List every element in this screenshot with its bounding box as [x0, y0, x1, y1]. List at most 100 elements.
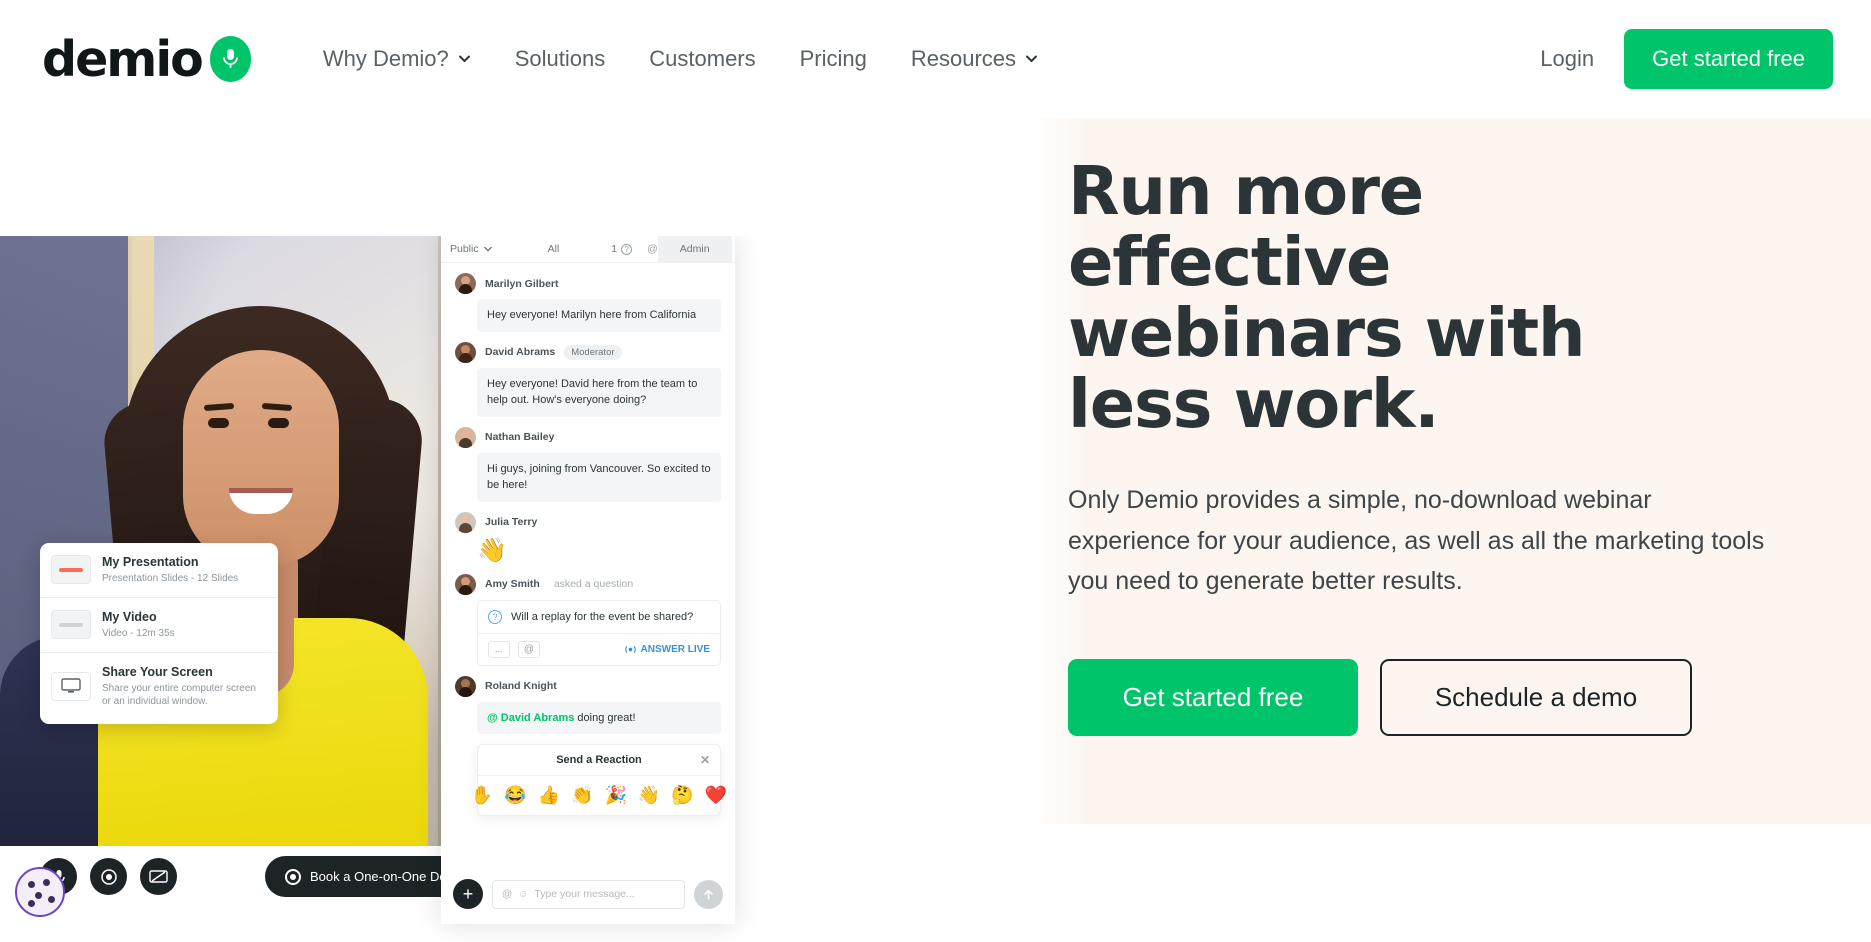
- nav-link-solutions[interactable]: Solutions: [493, 46, 628, 72]
- chat-question-text: Will a replay for the event be shared?: [511, 610, 694, 623]
- answer-live-button[interactable]: ANSWER LIVE: [624, 643, 710, 655]
- reaction-emoji[interactable]: 😂: [504, 785, 526, 806]
- hero-section: Run more effective webinars with less wo…: [0, 118, 1871, 924]
- media-item-title: My Presentation: [102, 555, 199, 569]
- reaction-emoji[interactable]: 👋: [638, 785, 660, 806]
- chat-scope-dropdown[interactable]: Public: [450, 243, 492, 255]
- chat-message-text: Hey everyone! Marilyn here from Californ…: [477, 299, 721, 332]
- nav-link-pricing[interactable]: Pricing: [778, 46, 889, 72]
- presenter-eye-right: [268, 418, 289, 428]
- chat-reply-text: doing great!: [574, 711, 636, 724]
- question-mark-icon: ?: [488, 609, 502, 624]
- media-item-video[interactable]: My Video Video - 12m 35s: [40, 596, 278, 652]
- hero-copy: Run more effective webinars with less wo…: [1068, 118, 1828, 736]
- chevron-down-icon: [483, 246, 492, 252]
- chat-question-meta: asked a question: [553, 578, 634, 591]
- nav-link-why-demio[interactable]: Why Demio?: [301, 46, 493, 72]
- nav-link-label: Resources: [910, 46, 1017, 71]
- chat-scope-label: Public: [450, 243, 479, 255]
- slides-thumb-icon: [51, 555, 91, 585]
- answer-live-label: ANSWER LIVE: [640, 643, 710, 655]
- message-input-wrap[interactable]: @ ☺: [492, 879, 685, 909]
- chat-message: Marilyn Gilbert Hey everyone! Marilyn he…: [441, 273, 735, 332]
- nav-link-label: Customers: [649, 46, 756, 71]
- nav-actions: Login Get started free: [1540, 29, 1833, 89]
- chat-message-emoji: 👋: [477, 536, 507, 564]
- moderator-badge: Moderator: [564, 344, 622, 360]
- presenter-eye-left: [208, 418, 229, 428]
- question-count-value: 1: [611, 243, 618, 255]
- chat-filter-all[interactable]: All: [548, 243, 560, 255]
- chevron-down-icon: [1025, 52, 1038, 65]
- nav-link-label: Solutions: [514, 46, 606, 71]
- chat-mention: @ David Abrams: [487, 711, 575, 724]
- avatar: [455, 273, 476, 294]
- logo-wordmark: demio: [42, 30, 204, 88]
- chat-question: Amy Smith asked a question ? Will a repl…: [441, 573, 735, 666]
- reaction-emoji[interactable]: 🤔: [671, 785, 693, 806]
- chat-message-author: David Abrams: [485, 346, 556, 358]
- chat-message-author: Marilyn Gilbert: [485, 277, 559, 290]
- chat-tab-admin[interactable]: Admin: [657, 236, 732, 263]
- demio-mark-icon: [209, 36, 251, 82]
- media-item-subtitle: Presentation Slides - 12 Slides: [102, 573, 239, 585]
- reaction-emoji[interactable]: 👏: [571, 785, 593, 806]
- avatar: [455, 573, 476, 595]
- reaction-emoji-row: ✋ 😂 👍 👏 🎉 👋 🤔 ❤️: [471, 776, 727, 815]
- chat-question-author: Amy Smith: [485, 578, 540, 591]
- media-item-presentation[interactable]: My Presentation Presentation Slides - 12…: [40, 543, 278, 597]
- hero-subtitle: Only Demio provides a simple, no-downloa…: [1068, 486, 1765, 596]
- question-mention-button[interactable]: @: [518, 640, 540, 658]
- broadcast-icon: [624, 645, 636, 653]
- media-item-subtitle: Video - 12m 35s: [102, 628, 175, 639]
- hero-get-started-button[interactable]: Get started free: [1068, 658, 1358, 736]
- chat-message-text: @ David Abrams doing great!: [477, 701, 721, 735]
- chat-message-list[interactable]: Marilyn Gilbert Hey everyone! Marilyn he…: [441, 263, 735, 817]
- emoji-icon[interactable]: ☺: [518, 889, 528, 900]
- reaction-emoji[interactable]: 👍: [538, 785, 560, 806]
- question-mark-icon: ?: [621, 243, 633, 255]
- nav-link-label: Pricing: [799, 46, 867, 71]
- media-item-title: My Video: [102, 609, 157, 624]
- cookie-consent-icon[interactable]: [15, 867, 65, 917]
- nav-get-started-button[interactable]: Get started free: [1624, 29, 1833, 89]
- media-item-share-screen[interactable]: Share Your Screen Share your entire comp…: [40, 651, 278, 720]
- nav-links: Why Demio? Solutions Customers Pricing R…: [301, 46, 1060, 72]
- send-reaction-panel[interactable]: Send a Reaction ✕ ✋ 😂 👍 👏 🎉 👋 🤔 ❤️: [471, 744, 727, 817]
- avatar: [455, 511, 476, 533]
- chevron-down-icon: [458, 52, 471, 65]
- chat-message-text: Hey everyone! David here from the team t…: [477, 367, 721, 417]
- chat-message: Nathan Bailey Hi guys, joining from Vanc…: [441, 426, 735, 502]
- nav-link-label: Why Demio?: [322, 46, 449, 71]
- top-navigation-bar: demio Why Demio? Solutions Customers Pri…: [0, 0, 1871, 118]
- nav-link-resources[interactable]: Resources: [889, 46, 1060, 72]
- media-selector-card[interactable]: My Presentation Presentation Slides - 12…: [40, 543, 278, 724]
- demio-logo[interactable]: demio: [42, 35, 251, 84]
- close-icon[interactable]: ✕: [700, 753, 710, 767]
- chat-header: Public All 1 ? @ Admin: [441, 236, 735, 263]
- reaction-emoji[interactable]: ❤️: [705, 785, 727, 806]
- nav-link-customers[interactable]: Customers: [627, 46, 777, 72]
- reaction-emoji[interactable]: 🎉: [605, 785, 627, 806]
- mention-icon[interactable]: @: [502, 889, 512, 900]
- hero-schedule-demo-button[interactable]: Schedule a demo: [1380, 658, 1692, 736]
- chat-message: Roland Knight @ David Abrams doing great…: [441, 675, 735, 735]
- chat-mentions-filter[interactable]: @: [647, 243, 658, 255]
- send-arrow-icon[interactable]: [694, 879, 723, 909]
- add-attachment-button[interactable]: +: [453, 879, 483, 909]
- hero-cta-group: Get started free Schedule a demo: [1068, 658, 1828, 736]
- share-screen-icon[interactable]: [140, 858, 177, 895]
- media-item-title: Share Your Screen: [102, 664, 213, 679]
- avatar: [455, 426, 476, 448]
- reaction-emoji[interactable]: ✋: [471, 785, 493, 806]
- message-input[interactable]: [534, 888, 675, 900]
- avatar: [455, 675, 476, 697]
- record-dot-icon: [285, 868, 301, 885]
- camera-icon[interactable]: [90, 858, 127, 895]
- chat-message-author: Julia Terry: [485, 516, 538, 528]
- chat-question-count[interactable]: 1 ?: [611, 243, 633, 255]
- login-link[interactable]: Login: [1540, 46, 1594, 72]
- question-more-button[interactable]: ...: [488, 640, 510, 658]
- chat-message: David Abrams Moderator Hey everyone! Dav…: [441, 341, 735, 417]
- question-card[interactable]: ? Will a replay for the event be shared?…: [477, 599, 721, 666]
